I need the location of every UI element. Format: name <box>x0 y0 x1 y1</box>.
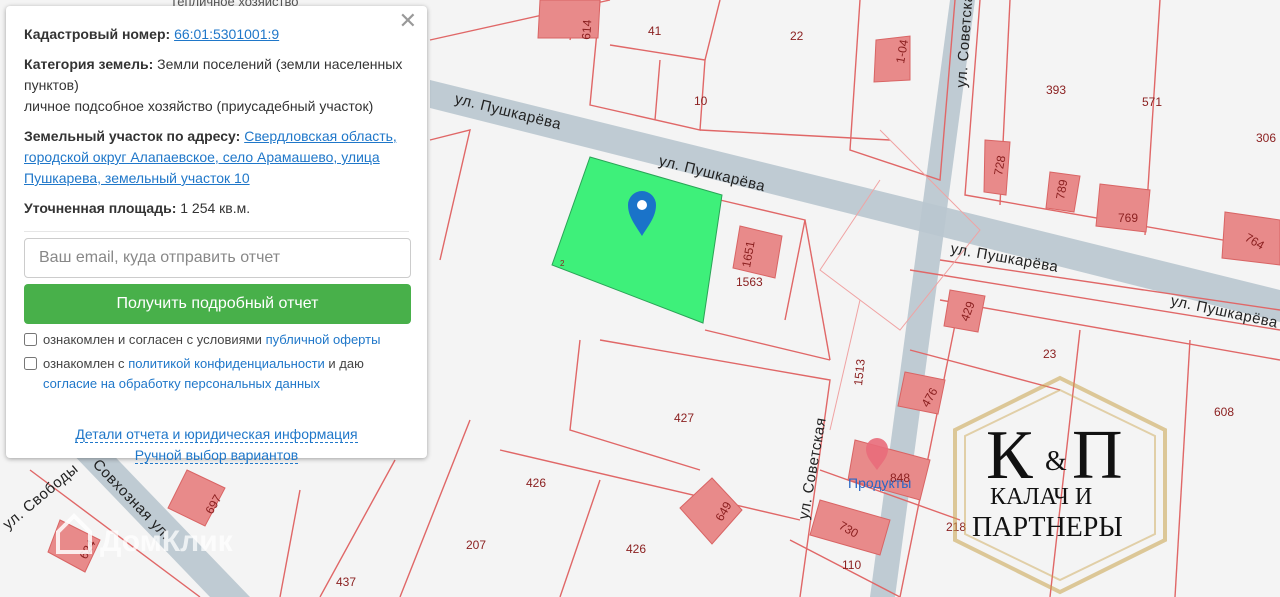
cadastral-link[interactable]: 66:01:5301001:9 <box>174 26 279 42</box>
privacy-consent-text: ознакомлен с политикой конфиденциальност… <box>43 356 364 391</box>
plot-number: 23 <box>1043 347 1057 361</box>
plot-number: 207 <box>466 538 486 552</box>
cadastral-row: Кадастровый номер: 66:01:5301001:9 <box>24 24 409 45</box>
plot-number: 427 <box>674 411 694 425</box>
category-row: Категория земель: Земли поселений (земли… <box>24 54 409 117</box>
plot-number: 306 <box>1256 131 1276 145</box>
plot-number: 10 <box>694 94 708 108</box>
address-row: Земельный участок по адресу: Свердловска… <box>24 126 409 189</box>
plot-number: 426 <box>526 476 546 490</box>
offer-consent-checkbox[interactable] <box>24 333 37 346</box>
logo-letter-p: П <box>1072 417 1123 494</box>
close-icon[interactable]: ✕ <box>399 10 417 32</box>
area-value: 1 254 кв.м. <box>180 200 251 216</box>
divider <box>24 231 409 232</box>
plot-number: 437 <box>336 575 356 589</box>
plot-number: 393 <box>1046 83 1066 97</box>
privacy-consent-checkbox[interactable] <box>24 357 37 370</box>
plot-number: 571 <box>1142 95 1162 109</box>
logo-line-2: ПАРТНЕРЫ <box>972 512 1123 543</box>
plot-number: 608 <box>1214 405 1234 419</box>
manual-selection-link[interactable]: Ручной выбор вариантов <box>134 447 299 464</box>
email-input[interactable] <box>24 238 411 278</box>
poi-label: Продукты <box>848 475 911 491</box>
plot-number: 426 <box>626 542 646 556</box>
area-label: Уточненная площадь: <box>24 200 177 216</box>
land-use-value: личное подсобное хозяйство (приусадебный… <box>24 98 374 114</box>
offer-consent-text: ознакомлен и согласен с условиями публич… <box>43 332 381 347</box>
category-label: Категория земель: <box>24 56 154 72</box>
logo-letter-k: К <box>986 417 1033 494</box>
plot-number: 769 <box>1118 211 1138 225</box>
personal-data-consent-link[interactable]: согласие на обработку персональных данны… <box>43 376 320 391</box>
footer-links: Детали отчета и юридическая информация Р… <box>24 424 409 466</box>
plot-number: 1513 <box>851 358 868 386</box>
plot-number: 2 <box>560 259 565 268</box>
plot-number: 614 <box>579 19 594 40</box>
plot-number: 1563 <box>736 275 763 289</box>
watermark-text: ДомКлик <box>100 525 234 558</box>
plot-number: 41 <box>648 24 662 38</box>
logo-ampersand: & <box>1045 446 1067 477</box>
plot-number: 22 <box>790 29 804 43</box>
privacy-policy-link[interactable]: политикой конфиденциальности <box>128 356 325 371</box>
public-offer-link[interactable]: публичной оферты <box>266 332 381 347</box>
privacy-consent-checkbox-row[interactable]: ознакомлен с политикой конфиденциальност… <box>24 354 409 394</box>
area-row: Уточненная площадь: 1 254 кв.м. <box>24 198 409 219</box>
logo-line-1: КАЛАЧ И <box>990 484 1092 510</box>
report-details-link[interactable]: Детали отчета и юридическая информация <box>75 426 358 443</box>
plot-number: 110 <box>842 558 861 572</box>
get-report-button[interactable]: Получить подробный отчет <box>24 284 411 324</box>
parcel-info-popup: ✕ Кадастровый номер: 66:01:5301001:9 Кат… <box>6 6 427 464</box>
offer-consent-checkbox-row[interactable]: ознакомлен и согласен с условиями публич… <box>24 330 409 350</box>
cadastral-label: Кадастровый номер: <box>24 26 171 42</box>
address-label: Земельный участок по адресу: <box>24 128 241 144</box>
